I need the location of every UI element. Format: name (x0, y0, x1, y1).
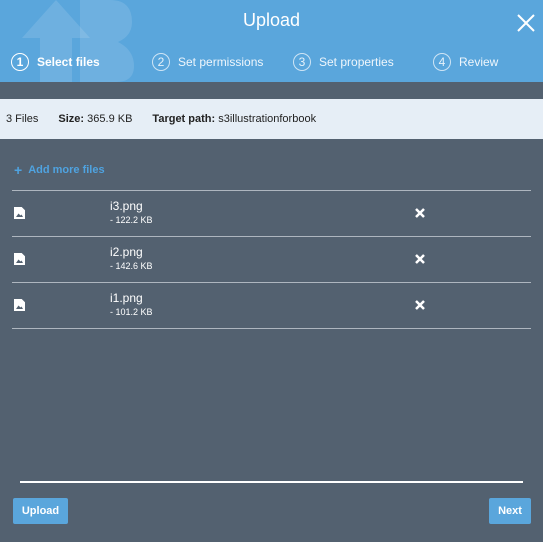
step-number: 3 (293, 53, 311, 71)
file-row: i1.png - 101.2 KB (12, 282, 531, 329)
upload-summary-bar: 3 Files Size: 365.9 KB Target path: s3il… (0, 99, 543, 139)
step-number: 4 (433, 53, 451, 71)
close-icon[interactable] (515, 12, 537, 34)
remove-file-icon[interactable] (414, 207, 426, 219)
file-size: - 101.2 KB (110, 307, 153, 317)
step-set-permissions[interactable]: 2 Set permissions (152, 50, 263, 74)
step-label: Set permissions (178, 55, 264, 69)
image-file-icon (14, 299, 25, 311)
wizard-steps: 1 Select files 2 Set permissions 3 Set p… (0, 50, 543, 74)
target-path-value: s3illustrationforbook (218, 113, 317, 125)
target-path: Target path: s3illustrationforbook (152, 113, 316, 125)
file-size: - 122.2 KB (110, 215, 153, 225)
next-button[interactable]: Next (489, 498, 531, 524)
add-more-files-label: Add more files (28, 164, 105, 176)
files-count: 3 Files (6, 113, 39, 125)
file-row: i2.png - 142.6 KB (12, 236, 531, 282)
plus-icon: + (14, 162, 23, 178)
add-more-files-link[interactable]: + Add more files (14, 162, 105, 178)
step-label: Select files (37, 55, 100, 69)
step-label: Review (459, 55, 499, 69)
image-file-icon (14, 207, 25, 219)
size-label: Size: (58, 113, 85, 125)
dialog-header: Upload 1 Select files 2 Set permissions … (0, 0, 543, 82)
step-set-properties[interactable]: 3 Set properties (293, 50, 394, 74)
upload-button[interactable]: Upload (13, 498, 68, 524)
step-number: 2 (152, 53, 170, 71)
file-name: i2.png (110, 245, 143, 259)
remove-file-icon[interactable] (414, 253, 426, 265)
step-select-files[interactable]: 1 Select files (11, 50, 100, 74)
file-name: i1.png (110, 291, 143, 305)
size-value: 365.9 KB (87, 113, 133, 125)
step-label: Set properties (319, 55, 394, 69)
file-size: - 142.6 KB (110, 261, 153, 271)
step-review[interactable]: 4 Review (433, 50, 498, 74)
footer-divider (20, 481, 523, 483)
step-number: 1 (11, 53, 29, 71)
file-name: i3.png (110, 199, 143, 213)
image-file-icon (14, 253, 25, 265)
dialog-title: Upload (242, 10, 301, 30)
target-path-label: Target path: (152, 113, 216, 125)
file-list: i3.png - 122.2 KB i2.png - 142.6 KB i1.p… (12, 190, 531, 329)
file-row: i3.png - 122.2 KB (12, 190, 531, 236)
remove-file-icon[interactable] (414, 299, 426, 311)
total-size: Size: 365.9 KB (58, 113, 132, 125)
